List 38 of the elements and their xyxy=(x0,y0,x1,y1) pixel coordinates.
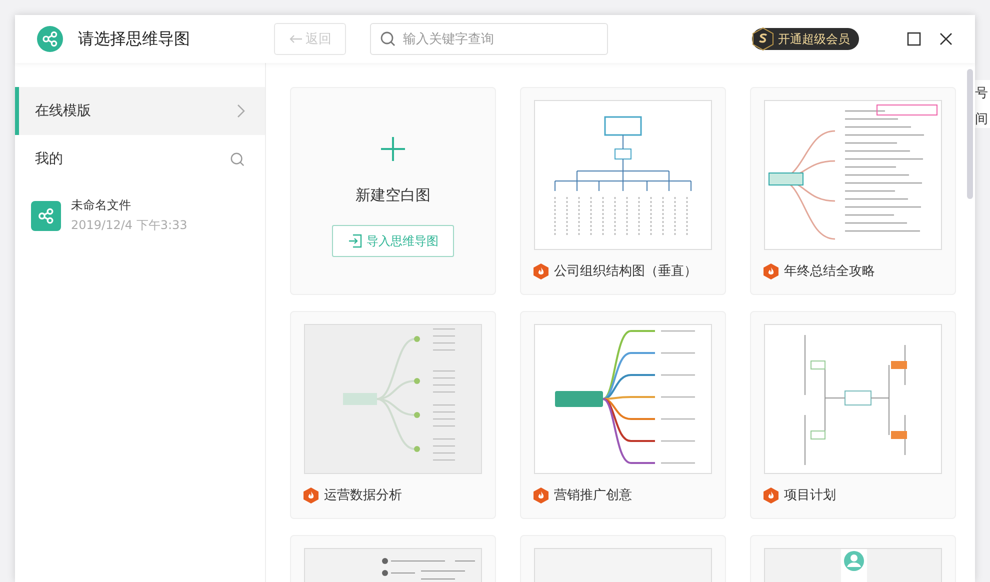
share-node-icon xyxy=(37,26,63,52)
background-text: 号 xyxy=(975,85,989,102)
vip-badge[interactable]: 开通超级会员 xyxy=(752,28,859,50)
new-blank-card[interactable]: 新建空白图 导入思维导图 xyxy=(290,87,496,295)
import-icon xyxy=(348,234,362,248)
share-node-icon xyxy=(31,200,61,230)
maximize-icon[interactable] xyxy=(907,32,921,46)
template-card[interactable]: 年终总结全攻略 xyxy=(750,87,956,295)
card-title: 新建空白图 xyxy=(356,186,430,205)
flame-hexagon-icon xyxy=(303,486,319,504)
search-icon xyxy=(380,31,396,47)
template-card[interactable]: 公司组织结构图（垂直） xyxy=(520,87,726,295)
chevron-right-icon xyxy=(237,104,245,118)
file-time: 2019/12/4 下午3:33 xyxy=(71,217,188,234)
arrow-left-icon xyxy=(288,34,302,44)
sidebar-item[interactable]: 在线模版 xyxy=(15,87,265,135)
template-card[interactable]: 营销推广创意 xyxy=(520,311,726,519)
file-name[interactable]: 未命名文件 xyxy=(71,197,188,214)
flame-hexagon-icon xyxy=(763,486,779,504)
sidebar-item[interactable]: 我的 xyxy=(15,135,265,183)
search-field[interactable]: 输入关键字查询 xyxy=(370,23,608,55)
flame-hexagon-icon xyxy=(533,486,549,504)
flame-hexagon-icon xyxy=(533,262,549,280)
scrollbar[interactable] xyxy=(967,69,973,199)
template-title: 公司组织结构图（垂直） xyxy=(554,263,697,280)
search-icon[interactable] xyxy=(230,152,245,166)
flame-hexagon-icon xyxy=(763,262,779,280)
s-hexagon-icon xyxy=(752,27,774,51)
background-text: 间 xyxy=(975,111,989,128)
template-title: 营销推广创意 xyxy=(554,487,632,504)
plus-icon xyxy=(380,136,406,162)
template-card[interactable]: 项目计划 xyxy=(750,311,956,519)
template-card[interactable]: 运营数据分析 xyxy=(290,311,496,519)
close-icon[interactable] xyxy=(939,32,953,46)
window-title: 请选择思维导图 xyxy=(78,28,191,50)
template-title: 项目计划 xyxy=(784,487,836,504)
template-title: 运营数据分析 xyxy=(324,487,402,504)
template-title: 年终总结全攻略 xyxy=(784,263,875,280)
